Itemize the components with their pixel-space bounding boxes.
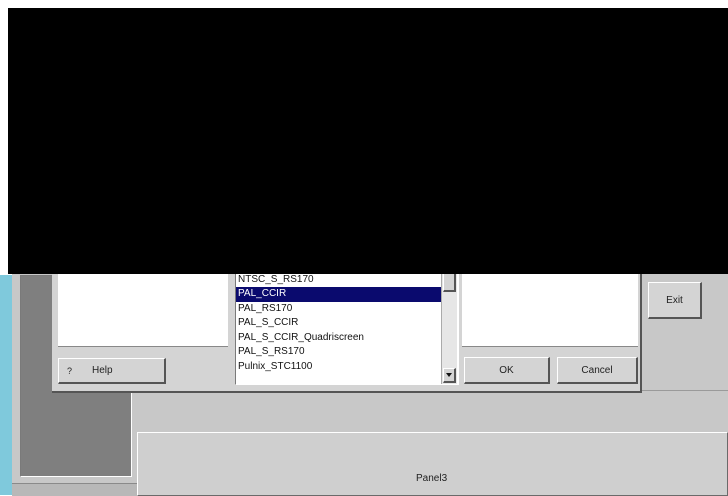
help-button[interactable]: ? Help: [58, 358, 166, 384]
panel3: Panel3: [137, 432, 728, 496]
status-strip: [12, 483, 137, 496]
camera-list-items: NTSC_RS170NTSC_S_RS170PAL_CCIRPAL_RS170P…: [236, 265, 441, 375]
camera-list-item[interactable]: PAL_S_CCIR: [236, 316, 441, 331]
cancel-label: Cancel: [581, 364, 613, 376]
camera-list-item[interactable]: PAL_RS170: [236, 302, 441, 317]
camera-list-item[interactable]: PAL_CCIR: [236, 287, 441, 302]
help-label: Help: [92, 365, 113, 376]
camera-list-item[interactable]: NTSC_S_RS170: [236, 273, 441, 288]
exit-button[interactable]: Exit: [648, 282, 702, 319]
list-scrollbar[interactable]: [441, 265, 457, 384]
question-icon: ?: [67, 365, 73, 376]
panel3-label: Panel3: [416, 473, 448, 484]
dialog-left-pane: [58, 272, 228, 347]
chevron-down-icon: [446, 373, 452, 377]
ok-button[interactable]: OK: [464, 357, 550, 384]
dialog-right-pane: [462, 272, 638, 347]
ok-label: OK: [499, 364, 514, 376]
black-overlay: [8, 8, 728, 274]
exit-label: Exit: [666, 294, 683, 306]
camera-list-item[interactable]: PAL_S_CCIR_Quadriscreen: [236, 331, 441, 346]
camera-listbox[interactable]: NTSC_RS170NTSC_S_RS170PAL_CCIRPAL_RS170P…: [235, 264, 459, 385]
right-panel: [137, 390, 728, 431]
desktop-edge: [0, 275, 12, 495]
scroll-down-button[interactable]: [443, 368, 456, 383]
camera-list-item[interactable]: Pulnix_STC1100: [236, 360, 441, 375]
camera-list-item[interactable]: PAL_S_RS170: [236, 345, 441, 360]
cancel-button[interactable]: Cancel: [557, 357, 638, 384]
camera-dialog: NTSC_RS170NTSC_S_RS170PAL_CCIRPAL_RS170P…: [52, 262, 642, 393]
